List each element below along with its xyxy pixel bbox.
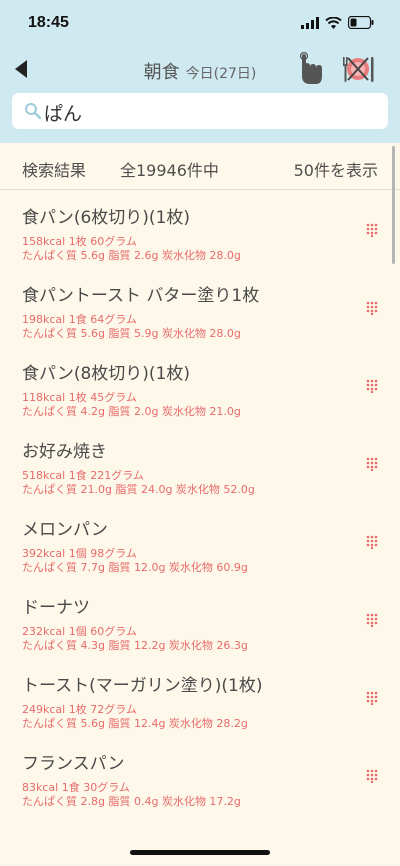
grip-dots-icon[interactable] [366, 457, 378, 471]
result-total: 全19946件中 [120, 161, 219, 180]
date-label: 今日(27日) [185, 66, 257, 82]
grip-dots-icon[interactable] [366, 613, 378, 627]
grip-dots-icon[interactable] [366, 301, 378, 315]
food-nutrient-line: たんぱく質 2.8g 脂質 0.4g 炭水化物 17.2g [22, 795, 241, 808]
hand-tap-icon[interactable] [296, 52, 326, 86]
food-name: 食パントースト バター塗り1枚 [22, 286, 260, 306]
home-indicator[interactable] [130, 850, 270, 855]
navigation-bar: 朝食 今日(27日) [0, 50, 400, 90]
food-nutrient-line: たんぱく質 7.7g 脂質 12.0g 炭水化物 60.9g [22, 561, 248, 574]
scrollbar[interactable] [392, 146, 395, 264]
food-name: フランスパン [22, 754, 125, 774]
grip-dots-icon[interactable] [366, 535, 378, 549]
food-nutrient-line: たんぱく質 21.0g 脂質 24.0g 炭水化物 52.0g [22, 483, 255, 496]
food-nutrient-line: たんぱく質 5.6g 脂質 12.4g 炭水化物 28.2g [22, 717, 248, 730]
food-item[interactable]: 食パントースト バター塗り1枚 198kcal 1食 64グラム たんぱく質 5… [0, 268, 400, 346]
search-input[interactable]: ぱん [12, 93, 388, 129]
food-nutrient-line: たんぱく質 5.6g 脂質 5.9g 炭水化物 28.0g [22, 327, 241, 340]
result-shown: 50件を表示 [293, 161, 378, 180]
food-name: メロンパン [22, 520, 108, 540]
food-name: お好み焼き [22, 442, 107, 462]
meal-label: 朝食 [143, 62, 180, 83]
signal-icon [301, 16, 319, 29]
food-name: ドーナツ [22, 598, 90, 618]
battery-icon [348, 16, 374, 29]
food-list: 食パン(6枚切り)(1枚) 158kcal 1枚 60グラム たんぱく質 5.6… [0, 190, 400, 814]
grip-dots-icon[interactable] [366, 379, 378, 393]
wifi-icon [325, 16, 342, 29]
food-item[interactable]: ドーナツ 232kcal 1個 60グラム たんぱく質 4.3g 脂質 12.2… [0, 580, 400, 658]
grip-dots-icon[interactable] [366, 223, 378, 237]
search-value: ぱん [44, 103, 83, 125]
header: 18:45 朝食 今日(27日) ぱん [0, 0, 400, 143]
food-nutrient-line: たんぱく質 4.2g 脂質 2.0g 炭水化物 21.0g [22, 405, 241, 418]
food-item[interactable]: トースト(マーガリン塗り)(1枚) 249kcal 1枚 72グラム たんぱく質… [0, 658, 400, 736]
search-icon [25, 103, 42, 120]
food-item[interactable]: フランスパン 83kcal 1食 30グラム たんぱく質 2.8g 脂質 0.4… [0, 736, 400, 814]
result-label: 検索結果 [22, 161, 87, 180]
food-item[interactable]: お好み焼き 518kcal 1食 221グラム たんぱく質 21.0g 脂質 2… [0, 424, 400, 502]
food-item[interactable]: メロンパン 392kcal 1個 98グラム たんぱく質 7.7g 脂質 12.… [0, 502, 400, 580]
status-bar: 18:45 [0, 0, 400, 46]
grip-dots-icon[interactable] [366, 691, 378, 705]
food-name: 食パン(6枚切り)(1枚) [22, 208, 191, 228]
food-name: トースト(マーガリン塗り)(1枚) [22, 676, 263, 696]
no-meal-icon[interactable] [340, 52, 376, 86]
food-item[interactable]: 食パン(8枚切り)(1枚) 118kcal 1枚 45グラム たんぱく質 4.2… [0, 346, 400, 424]
food-item[interactable]: 食パン(6枚切り)(1枚) 158kcal 1枚 60グラム たんぱく質 5.6… [0, 190, 400, 268]
food-nutrient-line: たんぱく質 4.3g 脂質 12.2g 炭水化物 26.3g [22, 639, 248, 652]
status-time: 18:45 [28, 14, 69, 31]
status-icons [301, 16, 374, 29]
food-name: 食パン(8枚切り)(1枚) [22, 364, 191, 384]
food-nutrient-line: たんぱく質 5.6g 脂質 2.6g 炭水化物 28.0g [22, 249, 241, 262]
grip-dots-icon[interactable] [366, 769, 378, 783]
result-summary: 検索結果 全19946件中 50件を表示 [0, 143, 400, 190]
